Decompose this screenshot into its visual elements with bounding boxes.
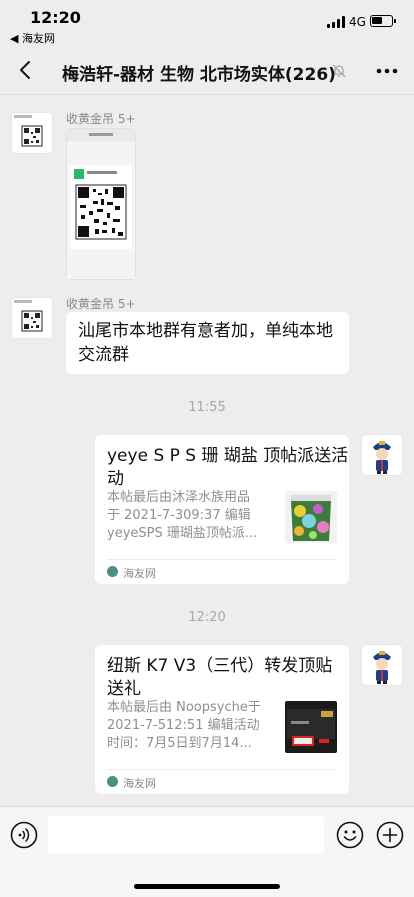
card-title: yeye S P S 珊 瑚盐 顶帖派送活 动 [107,445,349,491]
plus-icon[interactable] [376,821,404,849]
mute-bell-icon [332,64,346,78]
card-description: 本帖最后由 Noopsyche于 2021-7-512:51 编辑活动 时间：7… [107,699,279,753]
card-title-line: 送礼 [107,679,141,699]
card-thumbnail [285,701,337,753]
card-desc-line: 2021-7-512:51 编辑活动 [107,718,260,733]
card-desc-line: 本帖最后由 Noopsyche于 [107,700,261,715]
avatar[interactable] [12,298,52,338]
card-footer: 海友网 [107,559,337,582]
sender-name: 收黄金吊 5+ [66,297,136,311]
card-footer: 海友网 [107,769,337,792]
card-title-line: 动 [107,469,124,489]
card-title-line: 纽斯 K7 V3（三代）转发顶贴 [107,656,333,676]
message-line: 交流群 [78,345,129,365]
card-desc-line: 时间：7月5日到7月14... [107,736,252,751]
card-title-line: yeye S P S 珊 瑚盐 顶帖派送活 [107,446,349,466]
chat-header: 梅浩轩-器材 生物 北市场实体(226) [0,48,414,95]
text-message[interactable]: 汕尾市本地群有意者加，单纯本地 交流群 [66,312,349,374]
police-cartoon-avatar-icon [362,435,402,475]
device-photo-image-icon [285,701,337,753]
card-description: 本帖最后由沐泽水族用品 于 2021-7-309:37 编辑 yeyeSPS 珊… [107,489,275,543]
sender-name: 收黄金吊 5+ [66,112,136,126]
chat-title: 梅浩轩-器材 生物 北市场实体(226) [62,65,336,85]
card-desc-line: 于 2021-7-309:37 编辑 [107,508,251,523]
status-time: 12:20 [30,8,81,27]
source-logo-icon [107,776,118,787]
card-desc-line: 本帖最后由沐泽水族用品 [107,490,251,505]
salt-bucket-image-icon [285,491,337,543]
home-indicator[interactable] [134,884,280,889]
card-source: 海友网 [123,567,156,580]
status-bar: 12:20 ◀ 海友网 4G [0,0,414,48]
battery-icon [370,15,396,27]
signal-icon [327,16,345,28]
qr-avatar-icon [12,298,52,338]
avatar[interactable] [362,645,402,685]
card-thumbnail [285,491,337,543]
card-title: 纽斯 K7 V3（三代）转发顶贴 送礼 [107,655,341,701]
timestamp: 11:55 [188,400,226,415]
back-arrow-icon[interactable] [14,58,38,82]
message-line: 汕尾市本地群有意者加，单纯本地 [78,321,333,341]
link-card[interactable]: yeye S P S 珊 瑚盐 顶帖派送活 动 本帖最后由沐泽水族用品 于 20… [95,435,349,584]
image-message[interactable] [66,128,136,280]
timestamp: 12:20 [188,610,226,625]
qr-code-screenshot-icon [67,129,135,279]
input-bar [0,806,414,897]
back-to-app-link[interactable]: ◀ 海友网 [10,30,55,46]
more-options-icon[interactable] [376,68,398,74]
network-type: 4G [349,15,366,29]
avatar[interactable] [362,435,402,475]
source-logo-icon [107,566,118,577]
message-input[interactable] [48,816,324,854]
qr-avatar-icon [12,113,52,153]
voice-input-icon[interactable] [10,821,38,849]
police-cartoon-avatar-icon [362,645,402,685]
card-desc-line: yeyeSPS 珊瑚盐顶帖派... [107,526,258,541]
card-source: 海友网 [123,777,156,790]
emoji-icon[interactable] [336,821,364,849]
avatar[interactable] [12,113,52,153]
link-card[interactable]: 纽斯 K7 V3（三代）转发顶贴 送礼 本帖最后由 Noopsyche于 202… [95,645,349,794]
